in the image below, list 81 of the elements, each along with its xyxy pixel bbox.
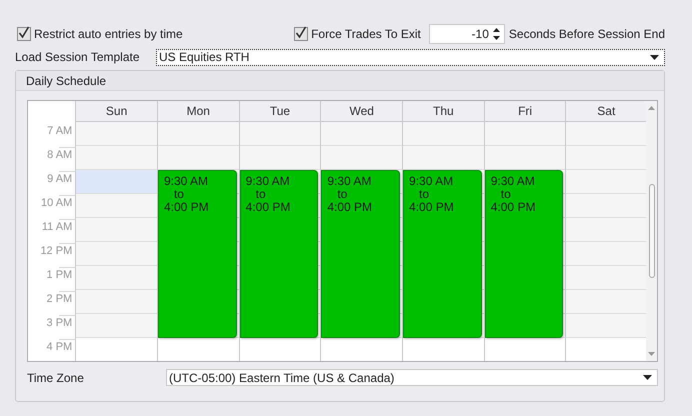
session-to-text: to <box>254 188 266 201</box>
session-to-text: to <box>172 188 184 201</box>
time-slot-cell[interactable] <box>76 242 157 266</box>
hour-label: 10 AM <box>41 196 72 211</box>
seconds-label: Seconds Before Session End <box>508 27 665 41</box>
day-header: Thu <box>403 101 484 122</box>
scroll-down-icon[interactable] <box>648 352 656 356</box>
time-slot-cell[interactable] <box>566 314 646 338</box>
time-slot-cell[interactable] <box>158 122 239 146</box>
day-header: Wed <box>321 101 402 122</box>
hour-label: 8 AM <box>47 148 72 163</box>
session-start-text: 9:30 AM <box>246 175 290 188</box>
checkbox-icon <box>294 27 308 41</box>
session-start-text: 9:30 AM <box>164 175 208 188</box>
time-zone-dropdown[interactable]: (UTC-05:00) Eastern Time (US & Canada) <box>166 369 658 386</box>
time-slot-cell[interactable] <box>566 266 646 290</box>
time-slot-cell[interactable] <box>76 194 157 218</box>
time-slot-cell[interactable] <box>566 146 646 170</box>
session-start-text: 9:30 AM <box>327 175 372 188</box>
session-to-text: to <box>336 188 348 201</box>
hour-label: 2 PM <box>46 292 72 307</box>
time-slot-cell[interactable] <box>566 290 646 314</box>
hour-label: 4 PM <box>46 340 72 355</box>
session-start-text: 9:30 AM <box>409 175 454 188</box>
time-slot-cell[interactable] <box>321 146 402 170</box>
time-slot-cell[interactable] <box>403 122 484 146</box>
session-end-text: 4:00 PM <box>246 201 290 214</box>
day-header: Sun <box>76 101 157 122</box>
template-dropdown[interactable]: US Equities RTH <box>156 48 665 66</box>
time-slot-cell[interactable] <box>76 170 157 194</box>
scroll-up-icon[interactable] <box>648 106 656 110</box>
time-slot-cell[interactable] <box>240 146 320 170</box>
session-block[interactable]: 9:30 AM to 4:00 PM <box>484 170 564 338</box>
group-title: Daily Schedule <box>26 74 106 88</box>
day-header: Sat <box>566 101 646 122</box>
time-slot-cell[interactable] <box>566 170 646 194</box>
time-slot-cell[interactable] <box>76 146 157 170</box>
session-to-text: to <box>500 188 511 201</box>
session-block[interactable]: 9:30 AM to 4:00 PM <box>321 170 400 338</box>
session-block[interactable]: 9:30 AM to 4:00 PM <box>403 170 482 338</box>
vertical-scrollbar[interactable] <box>646 101 657 361</box>
time-slot-cell[interactable] <box>76 266 157 290</box>
time-slot-cell[interactable] <box>566 194 646 218</box>
dropdown-caret-icon[interactable] <box>643 375 652 380</box>
hour-label: 12 PM <box>40 244 72 259</box>
day-header: Tue <box>240 101 320 122</box>
time-slot-cell[interactable] <box>403 146 484 170</box>
hour-label: 3 PM <box>46 316 72 331</box>
session-start-text: 9:30 AM <box>490 175 535 188</box>
session-block[interactable]: 9:30 AM to 4:00 PM <box>240 170 318 338</box>
template-label: Load Session Template <box>15 50 141 64</box>
time-slot-cell[interactable] <box>566 122 646 146</box>
seconds-spin-field[interactable]: -10 <box>428 24 505 44</box>
dropdown-caret-icon[interactable] <box>650 54 659 60</box>
time-slot-cell[interactable] <box>484 122 566 146</box>
day-header: Fri <box>484 101 566 122</box>
time-slot-cell[interactable] <box>76 218 157 242</box>
time-slot-cell[interactable] <box>76 290 157 314</box>
time-slot-cell[interactable] <box>484 146 566 170</box>
session-block[interactable]: 9:30 AM to 4:00 PM <box>158 170 237 338</box>
day-header: Mon <box>158 101 239 122</box>
session-end-text: 4:00 PM <box>164 201 209 214</box>
time-slot-cell[interactable] <box>76 122 157 146</box>
spin-arrows-icon[interactable] <box>492 26 501 42</box>
time-slot-cell[interactable] <box>76 314 157 338</box>
session-end-text: 4:00 PM <box>490 201 536 214</box>
hour-label: 9 AM <box>47 172 72 187</box>
time-slot-cell[interactable] <box>566 218 646 242</box>
session-end-text: 4:00 PM <box>409 201 454 214</box>
checkbox-icon <box>17 27 31 41</box>
scrollbar-thumb[interactable] <box>648 184 655 278</box>
time-slot-cell[interactable] <box>321 122 402 146</box>
time-slot-cell[interactable] <box>158 146 239 170</box>
hour-label: 1 PM <box>46 268 72 283</box>
time-slot-cell[interactable] <box>240 122 320 146</box>
session-to-text: to <box>418 188 430 201</box>
hour-label: 11 AM <box>42 220 72 235</box>
session-end-text: 4:00 PM <box>327 201 372 214</box>
hour-label: 7 AM <box>47 124 72 139</box>
time-slot-cell[interactable] <box>566 242 646 266</box>
time-zone-label: Time Zone <box>27 370 85 384</box>
